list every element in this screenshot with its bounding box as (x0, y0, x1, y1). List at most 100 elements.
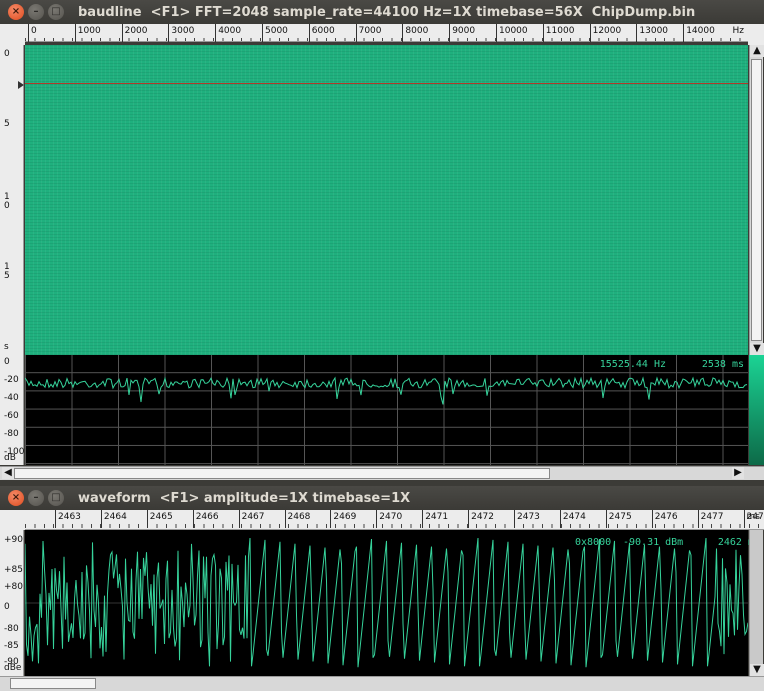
unit-label: Hz (732, 26, 745, 36)
horizontal-scroll-thumb[interactable] (10, 678, 96, 689)
window-buttons: × – □ (8, 490, 70, 506)
waveform-scrollbar[interactable]: ▼ (749, 530, 764, 676)
horizontal-scroll-thumb[interactable] (14, 468, 550, 479)
tick-label: 5000 (265, 26, 288, 36)
tick-label: 2464 (103, 512, 127, 522)
spectrum-display[interactable]: 15525.44 Hz 2538 ms (25, 355, 748, 465)
scroll-right-icon[interactable]: ▶ (732, 467, 744, 479)
ruler-tick (74, 24, 76, 42)
scroll-down-icon[interactable]: ▼ (750, 664, 764, 676)
tick-label: 2469 (333, 512, 357, 522)
ruler-tick (308, 24, 310, 42)
axis-label: 0 (4, 357, 10, 367)
minimize-icon[interactable]: – (28, 490, 44, 506)
waveform-trace (25, 537, 748, 668)
ruler-tick (402, 24, 404, 42)
window-title: baudline <F1> FFT=2048 sample_rate=44100… (78, 4, 696, 20)
close-icon[interactable]: × (8, 4, 24, 20)
ruler-tick (168, 24, 170, 42)
horizontal-scrollbar[interactable]: ◀ ▶ (0, 466, 764, 480)
tick-label: 0 (31, 26, 37, 36)
spectrum-trace (25, 376, 748, 405)
ruler-tick (605, 510, 607, 528)
waveform-titlebar: × – □ waveform <F1> amplitude=1X timebas… (0, 486, 764, 510)
waveform-time-ruler[interactable]: 2463 2464 2465 2466 2467 2468 2469 2470 2471 2472… (25, 510, 764, 530)
ruler-tick (355, 24, 357, 42)
readout-time: 2538 ms (701, 359, 744, 370)
scroll-down-icon[interactable]: ▼ (750, 343, 764, 355)
ruler-tick (121, 24, 123, 42)
spectrum-line (25, 376, 748, 405)
frequency-ruler[interactable]: 0 1000 2000 3000 4000 5000 6000 7000 8000 9000 100… (25, 24, 748, 42)
tick-label: 2000 (124, 26, 148, 36)
ruler-tick (651, 510, 653, 528)
ruler-tick (743, 510, 745, 528)
axis-label: 0 (4, 49, 10, 59)
ruler-tick (496, 24, 497, 42)
spectrogram-scrollbar[interactable]: ▲ ▼ (749, 45, 764, 355)
tick-label: 2473 (517, 512, 540, 522)
ruler-tick (238, 510, 240, 528)
db-unit-label: dB (4, 453, 16, 463)
db-ruler: 0 -20 -40 -60 -80 -100 dB (0, 355, 24, 465)
readout-dbm: -90.31 dBm (623, 537, 684, 548)
axis-label: 0 (4, 602, 10, 612)
ruler-tick (262, 24, 263, 42)
tick-label: 4000 (218, 26, 242, 36)
axis-label: -60 (4, 411, 19, 421)
axis-label: +80 (4, 582, 23, 592)
axis-label: +85 (4, 565, 23, 575)
scroll-left-icon[interactable]: ◀ (2, 467, 14, 479)
tick-label: 2463 (58, 512, 81, 522)
ruler-corner-right (748, 24, 764, 45)
window-buttons: × – □ (8, 4, 70, 20)
ruler-tick (215, 24, 217, 42)
tick-label: 2466 (195, 512, 219, 522)
axis-label: 1 5 (4, 262, 10, 281)
axis-label: -20 (4, 375, 19, 385)
waveform-horizontal-scrollbar[interactable] (0, 676, 764, 691)
close-icon[interactable]: × (8, 490, 24, 506)
minimize-icon[interactable]: – (28, 4, 44, 20)
ruler-tick (146, 510, 148, 528)
ruler-tick (697, 510, 699, 528)
scroll-up-icon[interactable]: ▲ (750, 45, 764, 57)
axis-label: s (4, 342, 9, 352)
ruler-tick (100, 510, 102, 528)
ruler-tick (514, 510, 515, 528)
unit-label: ms (746, 512, 760, 522)
ruler-tick (468, 510, 470, 528)
axis-label: -80 (4, 429, 19, 439)
baudline-titlebar: × – □ baudline <F1> FFT=2048 sample_rate… (0, 0, 764, 24)
spectrogram-display[interactable] (25, 45, 748, 355)
tick-label: 1000 (77, 26, 101, 36)
axis-label: -40 (4, 393, 19, 403)
time-ruler[interactable]: 0 5 1 0 1 5 s (0, 45, 24, 355)
color-bar (749, 355, 764, 465)
tick-label: 6000 (311, 26, 335, 36)
readout-frequency: 15525.44 Hz (599, 359, 666, 370)
scroll-thumb[interactable] (751, 59, 762, 341)
ruler-tick (28, 24, 29, 42)
tick-label: 9000 (452, 26, 476, 36)
ruler-tick (55, 510, 56, 528)
ruler-tick (636, 24, 638, 42)
ruler-tick (330, 510, 332, 528)
ruler-tick (559, 510, 561, 528)
ruler-tick (542, 24, 544, 42)
axis-label: -80 (4, 624, 19, 634)
tick-label: 2467 (241, 512, 265, 522)
ruler-tick (589, 24, 591, 42)
waveform-display[interactable]: 0x8000 -90.31 dBm 2462 ms (25, 530, 760, 676)
tick-label: 2476 (654, 512, 678, 522)
ruler-tick (284, 510, 286, 528)
ruler-tick (449, 24, 451, 42)
time-marker-icon[interactable] (18, 81, 24, 89)
ruler-tick (192, 510, 194, 528)
cursor-line (25, 83, 748, 84)
maximize-icon[interactable]: □ (48, 4, 64, 20)
maximize-icon[interactable]: □ (48, 490, 64, 506)
ruler-tick (683, 24, 685, 42)
tick-label: 10000 (499, 26, 528, 36)
tick-label: 7000 (358, 26, 382, 36)
